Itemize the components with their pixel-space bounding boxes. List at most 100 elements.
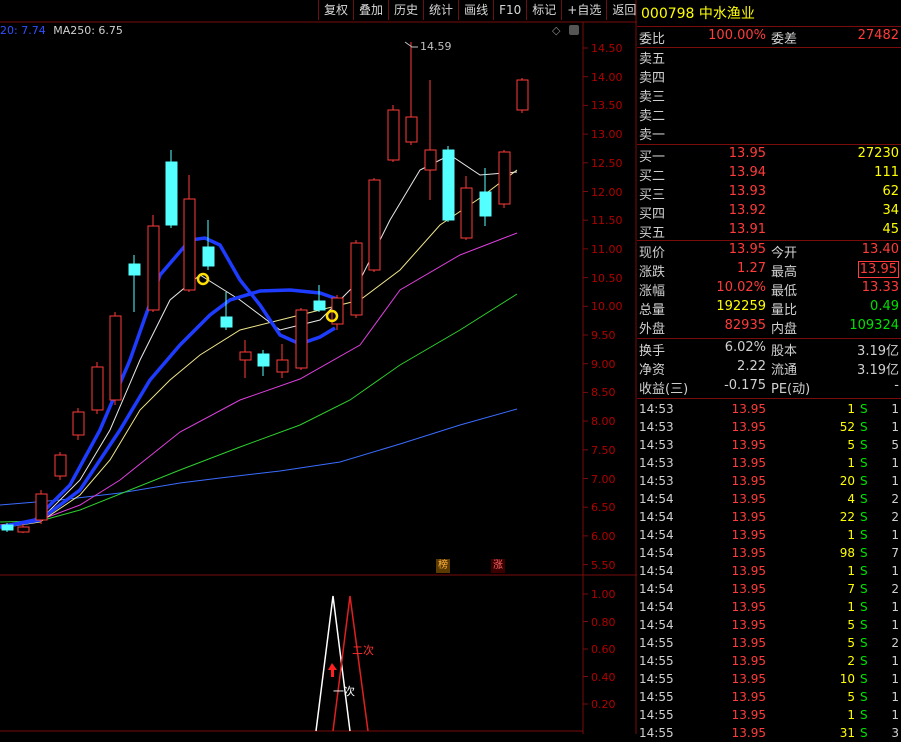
candlestick (387, 109, 400, 161)
bid-row: 买四 13.92 34 (638, 203, 901, 222)
quote-row: 现价 13.95 今开 13.40 (638, 242, 901, 261)
candlestick (109, 315, 122, 401)
sub-tick-label: 0.80 (591, 615, 616, 629)
trade-time: 14:54 (639, 582, 674, 596)
quote-row: 涨跌 1.27 最高 13.95 (638, 261, 901, 280)
bid-label: 买一 (639, 150, 666, 165)
price-tick-label: 13.50 (591, 99, 623, 113)
trade-volume: 5 (847, 618, 855, 632)
trade-row: 14:53 13.95 1 S 1 (638, 400, 901, 418)
trade-side: S (860, 420, 868, 434)
kline-chart (0, 0, 637, 734)
trade-row: 14:53 13.95 20 S 1 (638, 472, 901, 490)
ask-row: 卖四 (638, 67, 901, 86)
bid-volume: 27230 (857, 146, 899, 161)
price-tick-label: 10.00 (591, 300, 623, 314)
fund-label: 流通 (771, 363, 798, 378)
bid-price: 13.92 (728, 203, 766, 218)
bid-row: 买一 13.95 27230 (638, 146, 901, 165)
fund-label: 净资 (639, 363, 666, 378)
trade-time: 14:55 (639, 690, 674, 704)
sub-tick-label: 1.00 (591, 588, 616, 601)
ma-line-thick-blue-2 (0, 288, 341, 529)
trade-count: 1 (891, 672, 899, 686)
price-tick-label: 11.00 (591, 242, 623, 256)
trade-price: 13.95 (731, 438, 766, 452)
trade-row: 14:55 13.95 10 S 1 (638, 670, 901, 688)
trade-side: S (860, 636, 868, 650)
trade-volume: 1 (847, 708, 855, 722)
quote-label: 今开 (771, 246, 798, 261)
candlestick (295, 309, 308, 369)
candlestick (91, 366, 104, 411)
fund-label: 股本 (771, 344, 798, 359)
trade-side: S (860, 690, 868, 704)
trade-row: 14:54 13.95 1 S 1 (638, 526, 901, 544)
signal-peak-white (315, 595, 351, 732)
candlestick (165, 161, 178, 226)
fund-row: 换手 6.02% 股本 3.19亿 (638, 340, 901, 359)
trade-price: 13.95 (731, 546, 766, 560)
trade-price: 13.95 (731, 492, 766, 506)
candlestick (202, 246, 215, 267)
quote-label: 现价 (639, 246, 666, 261)
trade-count: 1 (891, 600, 899, 614)
bid-volume: 45 (882, 222, 899, 237)
trade-side: S (860, 456, 868, 470)
trade-count: 1 (891, 618, 899, 632)
trade-row: 14:54 13.95 1 S 1 (638, 562, 901, 580)
quote-value: 13.40 (861, 242, 899, 257)
trade-volume: 1 (847, 528, 855, 542)
quote-label: 最低 (771, 284, 798, 299)
quote-value: 10.02% (716, 280, 766, 295)
quote-value: 192259 (716, 299, 766, 314)
quote-label: 涨幅 (639, 284, 666, 299)
trade-volume: 5 (847, 690, 855, 704)
quote-value: 1.27 (737, 261, 766, 276)
ask-row: 卖一 (638, 124, 901, 143)
trade-price: 13.95 (731, 690, 766, 704)
trade-price: 13.95 (731, 528, 766, 542)
price-tick-label: 12.50 (591, 156, 623, 170)
trade-row: 14:53 13.95 5 S 5 (638, 436, 901, 454)
trade-count: 1 (891, 708, 899, 722)
price-tick-label: 9.00 (591, 357, 616, 371)
bid-price: 13.91 (728, 222, 766, 237)
bid-price: 13.95 (728, 146, 766, 161)
price-tick-label: 12.00 (591, 185, 623, 199)
trade-volume: 2 (847, 654, 855, 668)
trade-count: 2 (891, 582, 899, 596)
trade-row: 14:55 13.95 2 S 1 (638, 652, 901, 670)
rank-badge[interactable]: 榜 (436, 559, 450, 573)
arrow-up-icon (328, 663, 337, 677)
trade-side: S (860, 492, 868, 506)
stock-name: 中水渔业 (698, 6, 755, 22)
trade-count: 1 (891, 402, 899, 416)
fund-label: 换手 (639, 344, 666, 359)
bid-label: 买五 (639, 226, 666, 241)
trade-row: 14:54 13.95 7 S 2 (638, 580, 901, 598)
trade-time: 14:53 (639, 402, 674, 416)
weicha-value: 27482 (857, 28, 899, 43)
price-tick-label: 8.50 (591, 386, 616, 400)
bid-volume: 111 (874, 165, 899, 180)
limit-up-badge[interactable]: 涨 (491, 559, 505, 573)
quote-label: 涨跌 (639, 265, 666, 280)
ask-row: 卖二 (638, 105, 901, 124)
trade-volume: 98 (839, 546, 855, 560)
trade-count: 2 (891, 510, 899, 524)
trade-row: 14:54 13.95 22 S 2 (638, 508, 901, 526)
trade-row: 14:54 13.95 4 S 2 (638, 490, 901, 508)
trade-time: 14:53 (639, 438, 674, 452)
trade-row: 14:55 13.95 5 S 1 (638, 688, 901, 706)
trade-price: 13.95 (731, 474, 766, 488)
trade-count: 5 (891, 438, 899, 452)
trade-time: 14:54 (639, 618, 674, 632)
trade-price: 13.95 (731, 402, 766, 416)
trade-volume: 7 (847, 582, 855, 596)
bid-volume: 62 (882, 184, 899, 199)
stock-code: 000798 (641, 6, 695, 22)
price-tick-label: 8.00 (591, 415, 616, 429)
quote-row: 总量 192259 量比 0.49 (638, 299, 901, 318)
signal-peak-red (332, 595, 369, 732)
